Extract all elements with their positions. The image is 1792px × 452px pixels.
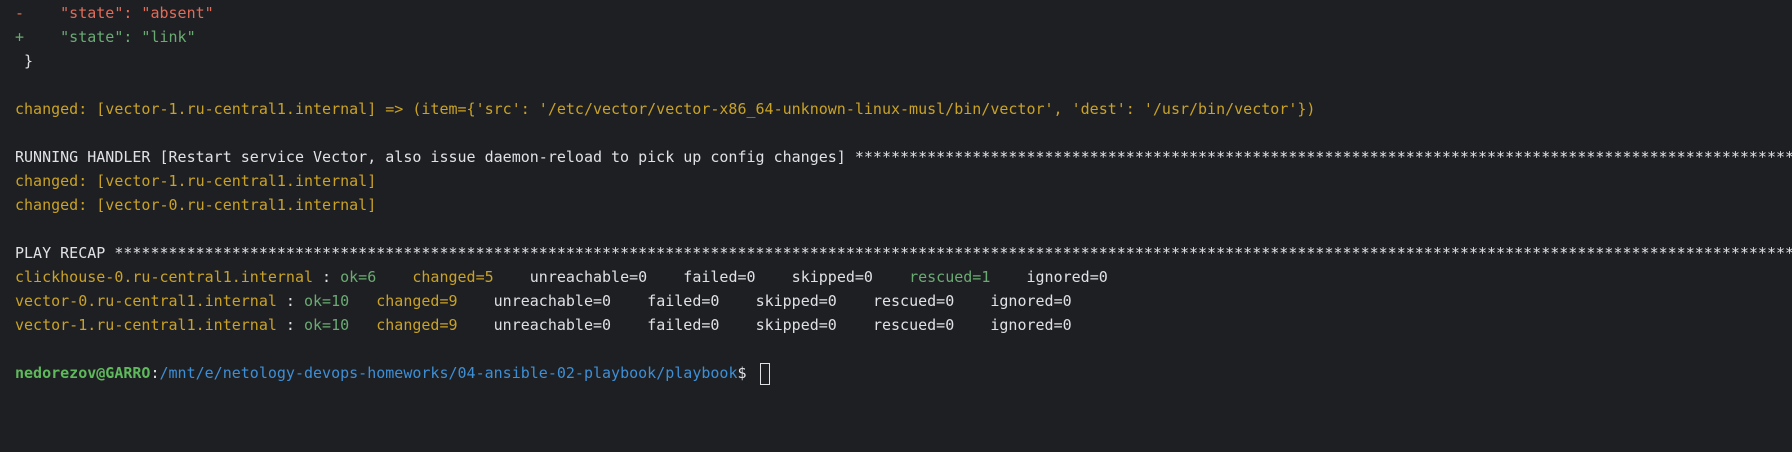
recap-ok: ok=10 — [304, 292, 350, 310]
recap-gap — [458, 292, 494, 310]
handler-result-vector-1: changed: [vector-1.ru-central1.internal] — [15, 172, 377, 190]
diff-added-line: + "state": "link" — [15, 24, 1792, 51]
shell-prompt[interactable]: nedorezov@GARRO:/mnt/e/netology-devops-h… — [15, 360, 1792, 387]
recap-gap — [611, 316, 647, 334]
recap-skipped: skipped=0 — [791, 268, 873, 286]
terminal-cursor[interactable] — [759, 362, 770, 385]
recap-ok: ok=10 — [304, 316, 350, 334]
prompt-symbol: $ — [737, 364, 756, 382]
recap-host: clickhouse-0.ru-central1.internal — [15, 268, 314, 286]
recap-unreachable: unreachable=0 — [493, 292, 612, 310]
recap-row-vector-0: vector-0.ru-central1.internal : ok=10 ch… — [15, 288, 1792, 315]
recap-failed: failed=0 — [683, 268, 756, 286]
recap-gap — [349, 292, 376, 310]
recap-failed: failed=0 — [647, 292, 720, 310]
recap-changed: changed=5 — [412, 268, 494, 286]
recap-ignored: ignored=0 — [990, 316, 1072, 334]
recap-separator: : — [276, 316, 304, 334]
recap-gap — [837, 292, 873, 310]
recap-separator: : — [313, 268, 341, 286]
recap-rescued: rescued=0 — [872, 316, 955, 334]
terminal-output[interactable]: - "state": "absent" + "state": "link" } … — [0, 0, 1792, 452]
recap-gap — [349, 316, 376, 334]
recap-rescued: rescued=1 — [909, 268, 991, 286]
diff-removed-line: - "state": "absent" — [15, 0, 1792, 27]
diff-added-prefix: + — [15, 28, 25, 46]
recap-row-clickhouse-0: clickhouse-0.ru-central1.internal : ok=6… — [15, 264, 1792, 291]
recap-gap — [647, 268, 683, 286]
diff-closing-brace: } — [15, 52, 34, 70]
prompt-user-host: nedorezov@GARRO — [15, 364, 151, 382]
recap-separator: : — [276, 292, 304, 310]
diff-removed-prefix: - — [15, 4, 25, 22]
recap-gap — [756, 268, 792, 286]
recap-host: vector-1.ru-central1.internal — [15, 316, 277, 334]
diff-removed-text: "state": "absent" — [24, 4, 214, 22]
diff-added-text: "state": "link" — [24, 28, 196, 46]
recap-gap — [954, 316, 990, 334]
recap-host: vector-0.ru-central1.internal — [15, 292, 277, 310]
recap-gap — [837, 316, 873, 334]
recap-gap — [719, 316, 755, 334]
recap-unreachable: unreachable=0 — [493, 316, 612, 334]
handler-header: RUNNING HANDLER [Restart service Vector,… — [15, 148, 1792, 166]
play-recap-header: PLAY RECAP *****************************… — [15, 244, 1792, 262]
recap-ignored: ignored=0 — [1026, 268, 1108, 286]
recap-gap — [458, 316, 494, 334]
recap-gap — [494, 268, 530, 286]
recap-gap — [990, 268, 1026, 286]
recap-ok: ok=6 — [340, 268, 377, 286]
recap-row-vector-1: vector-1.ru-central1.internal : ok=10 ch… — [15, 312, 1792, 339]
prompt-colon: : — [150, 364, 160, 382]
recap-skipped: skipped=0 — [755, 316, 837, 334]
recap-changed: changed=9 — [376, 292, 458, 310]
recap-ignored: ignored=0 — [990, 292, 1072, 310]
recap-unreachable: unreachable=0 — [529, 268, 648, 286]
recap-gap — [376, 268, 412, 286]
prompt-path: /mnt/e/netology-devops-homeworks/04-ansi… — [159, 364, 738, 382]
handler-result-vector-0: changed: [vector-0.ru-central1.internal] — [15, 196, 377, 214]
task-result-line: changed: [vector-1.ru-central1.internal]… — [15, 100, 1316, 118]
recap-rescued: rescued=0 — [872, 292, 955, 310]
recap-gap — [873, 268, 909, 286]
recap-skipped: skipped=0 — [755, 292, 837, 310]
recap-changed: changed=9 — [376, 316, 458, 334]
recap-gap — [719, 292, 755, 310]
recap-gap — [954, 292, 990, 310]
recap-failed: failed=0 — [647, 316, 720, 334]
recap-gap — [611, 292, 647, 310]
